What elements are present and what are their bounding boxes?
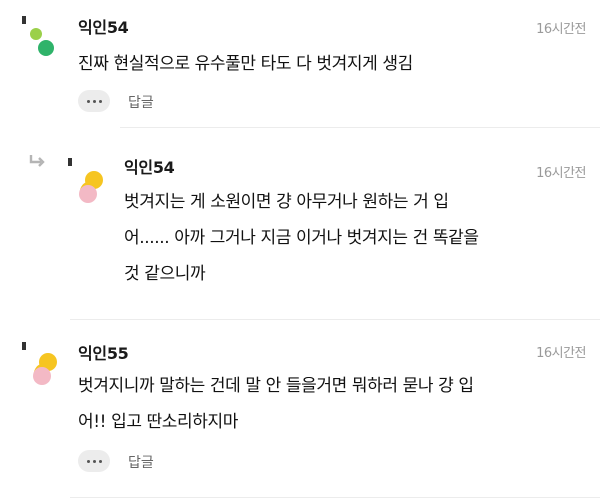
comment-text: 진짜 현실적으로 유수풀만 타도 다 벗겨지게 생김 — [78, 54, 413, 74]
comment-item: 익인55 16시간전 벗겨지니까 말하는 건데 말 안 들을거면 뭐하러 묻나 … — [0, 320, 600, 503]
comment-text: 벗겨지니까 말하는 건데 말 안 들을거면 뭐하러 묻나 걍 입 어!! 입고 … — [78, 376, 474, 432]
green-dots-avatar-icon — [30, 28, 54, 56]
comment-text: 벗겨지는 게 소원이면 걍 아무거나 원하는 거 입 어...... 아까 그거… — [124, 192, 479, 284]
reply-button[interactable]: 답글 — [128, 92, 154, 112]
dot-icon — [98, 459, 102, 463]
yellow-pink-avatar-icon — [79, 171, 103, 203]
bullet-marker — [68, 158, 72, 166]
bullet-marker — [22, 16, 26, 24]
dot-icon — [86, 459, 90, 463]
dot-icon — [86, 99, 90, 103]
comment-author[interactable]: 익인54 — [124, 154, 175, 178]
comment-time: 16시간전 — [536, 22, 586, 37]
reply-comment-item: 익인54 16시간전 벗겨지는 게 소원이면 걍 아무거나 원하는 거 입 어.… — [0, 128, 600, 320]
comment-time: 16시간전 — [536, 166, 586, 181]
divider — [70, 497, 600, 498]
comment-item: 익인54 16시간전 진짜 현실적으로 유수풀만 타도 다 벗겨지게 생김 답글 — [0, 0, 600, 128]
more-options-button[interactable] — [78, 90, 110, 112]
more-options-button[interactable] — [78, 450, 110, 472]
yellow-pink-avatar-icon — [33, 353, 57, 385]
bullet-marker — [22, 342, 26, 350]
reply-button[interactable]: 답글 — [128, 452, 154, 472]
comment-author[interactable]: 익인55 — [78, 340, 129, 364]
dot-icon — [92, 99, 96, 103]
comment-time: 16시간전 — [536, 346, 586, 361]
dot-icon — [98, 99, 102, 103]
comment-author[interactable]: 익인54 — [78, 14, 129, 38]
reply-arrow-icon — [29, 155, 45, 167]
dot-icon — [92, 459, 96, 463]
